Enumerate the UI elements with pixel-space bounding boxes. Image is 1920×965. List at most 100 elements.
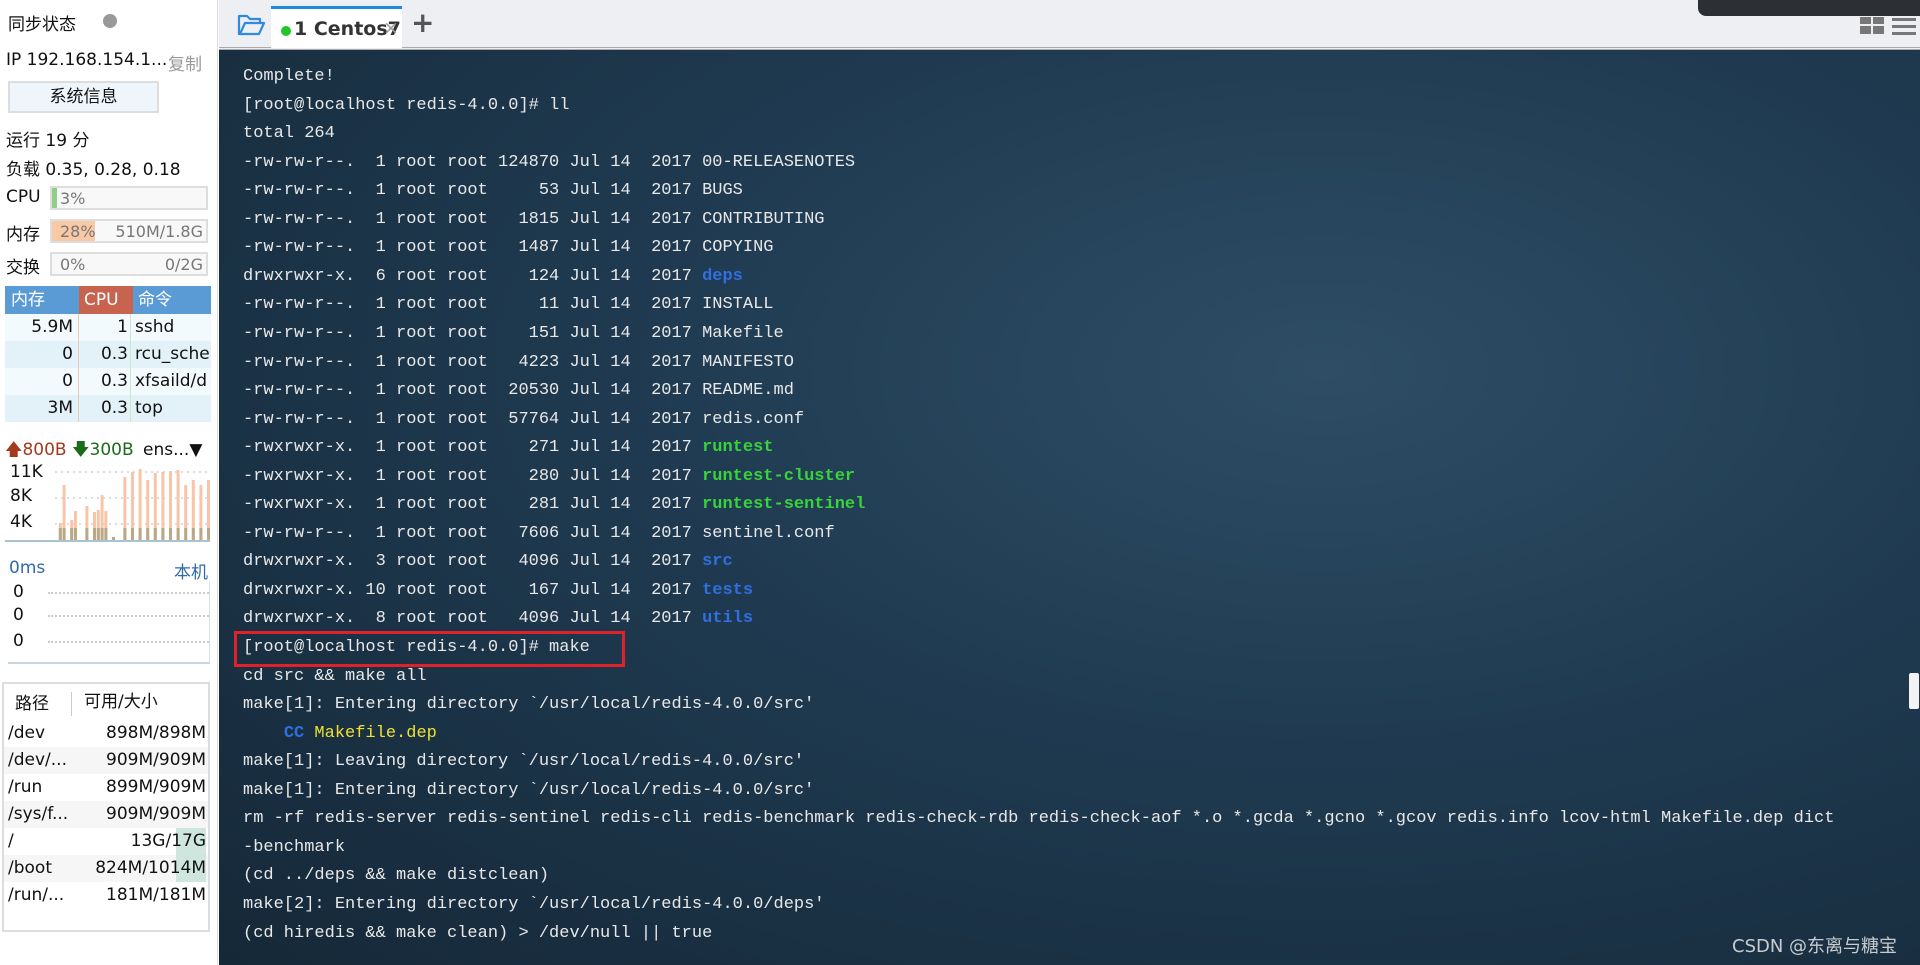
terminal-text: -rwxrwxr-x. 1 root root 280 Jul 14 2017 bbox=[243, 466, 703, 486]
memory-label: 内存 bbox=[6, 225, 40, 245]
add-tab-button[interactable]: + bbox=[411, 6, 434, 39]
disk-row[interactable]: /run/... 181M/181M bbox=[4, 882, 208, 909]
disk-row[interactable]: / 13G/17G bbox=[4, 828, 208, 855]
terminal-text: runtest bbox=[702, 438, 774, 458]
terminal-text: 00-RELEASENOTES bbox=[702, 152, 856, 172]
terminal-text: rm -rf redis-server redis-sentinel redis… bbox=[243, 809, 1835, 829]
copy-ip-button[interactable]: 复制 bbox=[168, 50, 202, 75]
process-command: sshd bbox=[135, 317, 175, 337]
disk-size: 824M/1014M bbox=[95, 855, 206, 882]
terminal-text: Makefile bbox=[702, 323, 784, 343]
terminal-text: drwxrwxr-x. 10 root root 167 Jul 14 2017 bbox=[243, 580, 703, 600]
net-bar-down bbox=[138, 528, 142, 540]
header-size[interactable]: 可用/大小 bbox=[72, 684, 158, 720]
net-bar-down bbox=[93, 528, 96, 540]
upload-arrow-icon: 🡅 bbox=[5, 440, 23, 460]
sync-status-dot-icon bbox=[103, 14, 117, 28]
disk-row[interactable]: /sys/f... 909M/909M bbox=[4, 801, 208, 828]
swap-detail: 0/2G bbox=[164, 255, 203, 274]
disk-size: 909M/909M bbox=[106, 750, 206, 770]
cpu-label: CPU bbox=[6, 187, 41, 207]
terminal-line: drwxrwxr-x. 6 root root 124 Jul 14 2017 … bbox=[243, 265, 743, 289]
header-command[interactable]: 命令 bbox=[133, 286, 211, 314]
terminal-text: sentinel.conf bbox=[702, 523, 835, 543]
net-bar-down bbox=[85, 528, 89, 540]
disk-row[interactable]: /dev 898M/898M bbox=[4, 720, 208, 747]
floating-toolbar[interactable] bbox=[1698, 0, 1920, 16]
disk-row[interactable]: /boot 824M/1014M bbox=[4, 855, 208, 882]
terminal-line: make[1]: Entering directory `/usr/local/… bbox=[243, 779, 814, 803]
latency-chart: 0 0 0 bbox=[8, 582, 210, 664]
terminal-text: Makefile.dep bbox=[314, 723, 437, 743]
process-row[interactable]: 3M 0.3 top bbox=[5, 395, 211, 422]
disk-table: 路径 可用/大小 /dev 898M/898M/dev/... 909M/909M /… bbox=[2, 682, 210, 932]
interface-select[interactable]: ens... bbox=[143, 440, 189, 460]
header-cpu[interactable]: CPU bbox=[79, 286, 133, 314]
terminal-text: COPYING bbox=[702, 238, 774, 258]
chevron-down-icon[interactable]: ▼ bbox=[189, 440, 202, 460]
grid-view-icon[interactable] bbox=[1860, 17, 1886, 35]
disk-row[interactable]: /run 899M/909M bbox=[4, 774, 208, 801]
sidebar: 同步状态 IP 192.168.154.1... 复制 系统信息 运行 19 分… bbox=[0, 0, 218, 965]
tab-centos7[interactable]: 1 Centos7 × bbox=[271, 6, 402, 48]
net-bar-down bbox=[161, 528, 165, 540]
latency-tick: 0 bbox=[13, 605, 24, 625]
terminal[interactable]: Complete! [root@localhost redis-4.0.0]# l… bbox=[219, 50, 1920, 965]
terminal-text: -rw-rw-r--. 1 root root 124870 Jul 14 20… bbox=[243, 152, 703, 172]
close-icon[interactable]: × bbox=[383, 17, 399, 39]
net-tick: 11K bbox=[10, 462, 43, 482]
terminal-line: drwxrwxr-x. 10 root root 167 Jul 14 2017… bbox=[243, 579, 753, 603]
net-bar-down bbox=[199, 528, 203, 540]
terminal-line: -rw-rw-r--. 1 root root 4223 Jul 14 2017… bbox=[243, 351, 794, 375]
net-bar-down bbox=[191, 528, 195, 540]
header-path[interactable]: 路径 bbox=[4, 692, 72, 716]
system-info-button[interactable]: 系统信息 bbox=[8, 81, 159, 113]
terminal-line: total 264 bbox=[243, 122, 335, 146]
disk-row[interactable]: /dev/... 909M/909M bbox=[4, 747, 208, 774]
swap-label: 交换 bbox=[6, 258, 40, 278]
terminal-line: make[2]: Entering directory `/usr/local/… bbox=[243, 893, 825, 917]
process-table: 内存 CPU 命令 5.9M 1 sshd 0 0.3 rcu_sche 0 0.3 xfsai… bbox=[5, 286, 211, 422]
process-cpu: 1 bbox=[79, 314, 131, 341]
net-bar-down bbox=[58, 528, 62, 540]
terminal-line: -rwxrwxr-x. 1 root root 280 Jul 14 2017 … bbox=[243, 465, 855, 489]
terminal-text: Complete! bbox=[243, 67, 335, 86]
uptime: 运行 19 分 bbox=[6, 131, 90, 151]
menu-icon[interactable] bbox=[1892, 17, 1916, 35]
latency-host[interactable]: 本机 bbox=[174, 558, 208, 583]
terminal-line: -rw-rw-r--. 1 root root 1815 Jul 14 2017… bbox=[243, 208, 825, 232]
net-tick: 4K bbox=[10, 512, 32, 532]
terminal-line: (cd hiredis && make clean) > /dev/null |… bbox=[243, 922, 712, 946]
terminal-line: -rw-rw-r--. 1 root root 1487 Jul 14 2017… bbox=[243, 236, 774, 260]
terminal-line: -rw-rw-r--. 1 root root 124870 Jul 14 20… bbox=[243, 151, 855, 175]
disk-size: 898M/898M bbox=[106, 723, 206, 743]
terminal-text: MANIFESTO bbox=[702, 352, 794, 372]
terminal-text: -rw-rw-r--. 1 root root 57764 Jul 14 201… bbox=[243, 409, 703, 429]
terminal-text: -rw-rw-r--. 1 root root 1487 Jul 14 2017 bbox=[243, 238, 703, 258]
cpu-usage-text: 3% bbox=[60, 189, 86, 208]
terminal-line: -rwxrwxr-x. 1 root root 281 Jul 14 2017 … bbox=[243, 493, 865, 517]
terminal-text: runtest-cluster bbox=[702, 466, 856, 486]
process-row[interactable]: 0 0.3 rcu_sche bbox=[5, 341, 211, 368]
terminal-line: -rw-rw-r--. 1 root root 7606 Jul 14 2017… bbox=[243, 522, 835, 546]
process-memory: 0 bbox=[5, 368, 79, 395]
swap-usage-bar: 0% 0/2G bbox=[50, 252, 208, 276]
process-row[interactable]: 0 0.3 xfsaild/d bbox=[5, 368, 211, 395]
folder-icon[interactable] bbox=[237, 13, 265, 37]
disk-size: 13G/17G bbox=[130, 828, 206, 855]
terminal-text: drwxrwxr-x. 8 root root 4096 Jul 14 2017 bbox=[243, 609, 703, 629]
scrollbar-thumb[interactable] bbox=[1909, 673, 1919, 709]
header-memory[interactable]: 内存 bbox=[5, 286, 79, 314]
disk-path: /sys/f... bbox=[8, 804, 69, 824]
terminal-text: make[1]: Leaving directory `/usr/local/r… bbox=[243, 752, 805, 772]
terminal-text: CONTRIBUTING bbox=[702, 209, 825, 229]
process-command: rcu_sche bbox=[135, 344, 210, 364]
net-bar-down bbox=[131, 528, 134, 540]
terminal-text: tests bbox=[702, 580, 754, 600]
net-bar-down bbox=[96, 528, 100, 540]
process-row[interactable]: 5.9M 1 sshd bbox=[5, 314, 211, 341]
terminal-line: cd src && make all bbox=[243, 665, 427, 689]
terminal-line: -rw-rw-r--. 1 root root 57764 Jul 14 201… bbox=[243, 408, 804, 432]
process-memory: 5.9M bbox=[5, 314, 79, 341]
